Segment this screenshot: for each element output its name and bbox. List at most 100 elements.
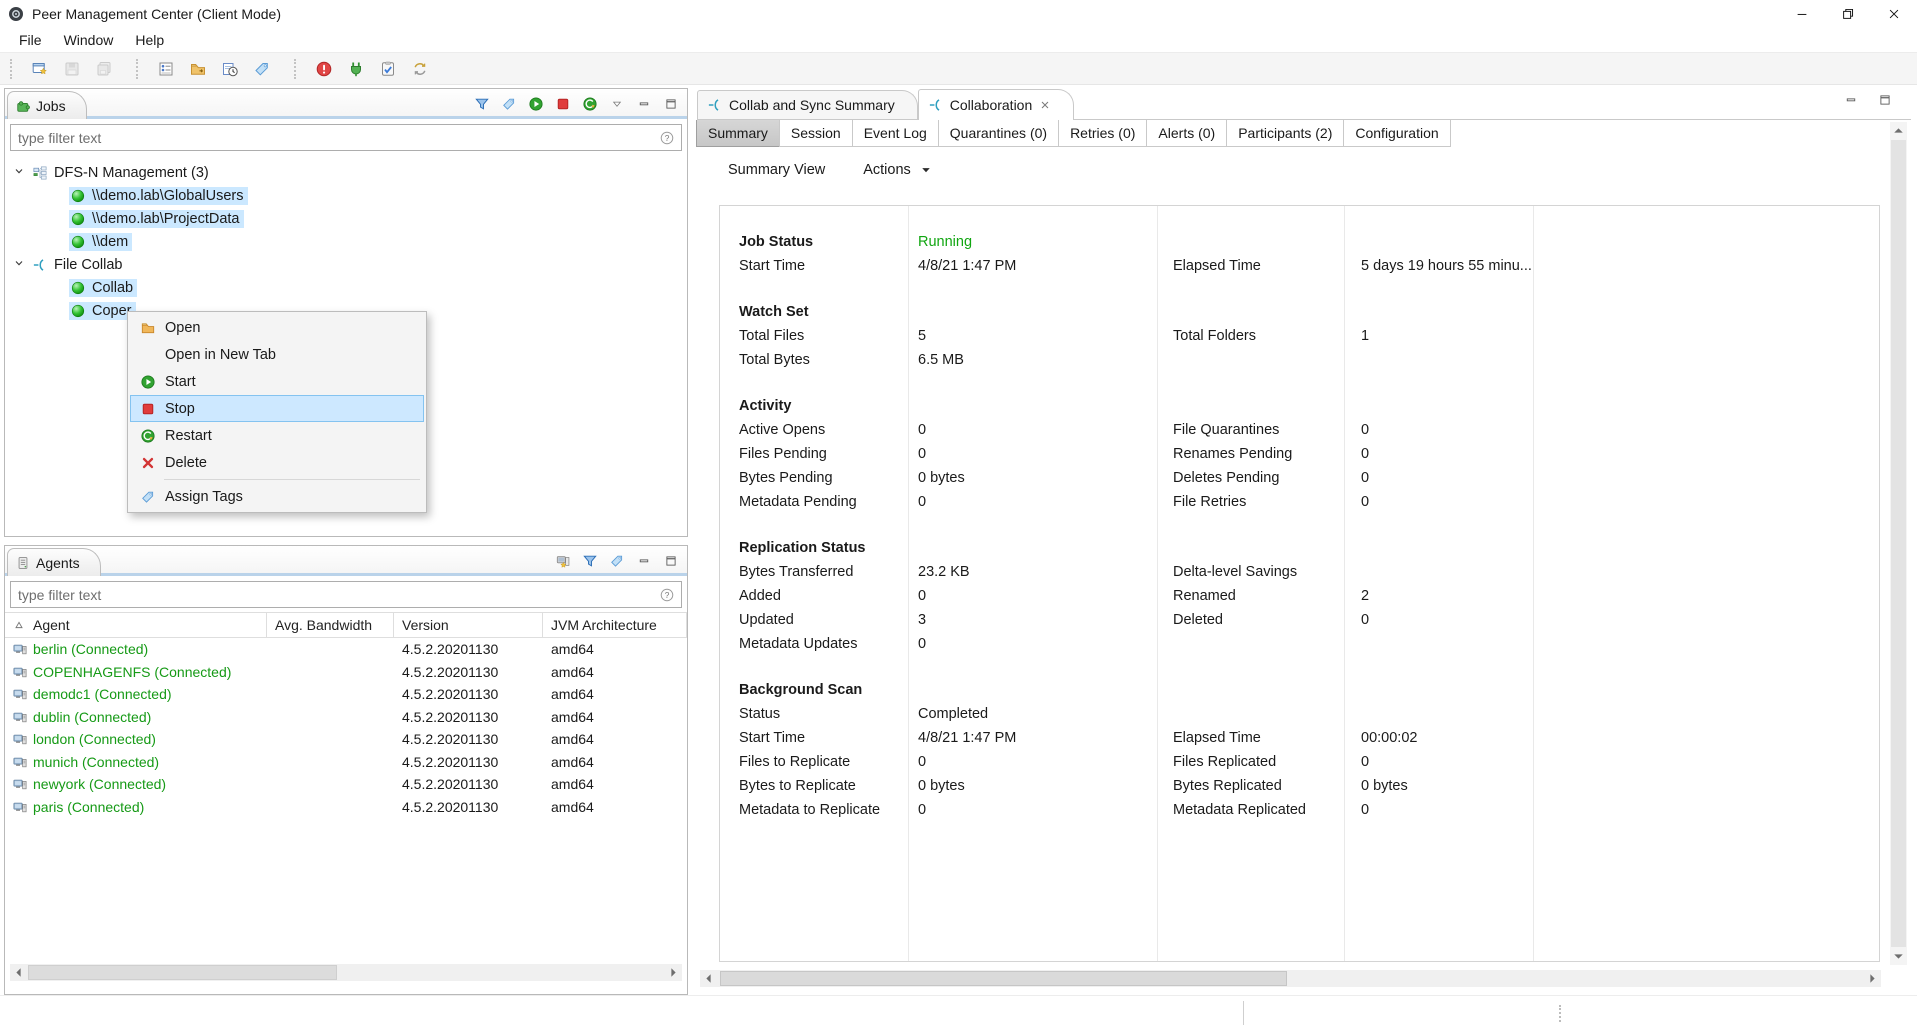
install-agent-button[interactable] xyxy=(553,551,573,571)
export-folder-button[interactable] xyxy=(186,57,210,81)
subtab-participants-2-[interactable]: Participants (2) xyxy=(1226,120,1344,147)
tree-item-label[interactable]: \\demo.lab\ProjectData xyxy=(69,210,244,228)
menu-help[interactable]: Help xyxy=(124,30,175,50)
tree-row[interactable]: \\dem xyxy=(5,230,687,253)
view-menu-button[interactable] xyxy=(607,94,627,114)
help-icon[interactable]: ? xyxy=(660,588,674,602)
window-restore-button[interactable] xyxy=(1825,0,1871,28)
agent-row[interactable]: berlin (Connected)4.5.2.20201130amd64 xyxy=(5,638,687,661)
agents-plug-button[interactable] xyxy=(344,57,368,81)
stop-button[interactable] xyxy=(553,94,573,114)
tag-button[interactable] xyxy=(499,94,519,114)
schedule-button[interactable] xyxy=(218,57,242,81)
play-button[interactable] xyxy=(526,94,546,114)
tree-item-label[interactable]: DFS-N Management (3) xyxy=(31,164,213,182)
panel-max-button[interactable] xyxy=(1873,88,1897,112)
new-job-button[interactable] xyxy=(28,57,52,81)
column-header-version[interactable]: Version xyxy=(394,613,543,637)
refresh-icon xyxy=(412,61,428,77)
agent-row[interactable]: COPENHAGENFS (Connected)4.5.2.20201130am… xyxy=(5,661,687,684)
close-tab-icon[interactable] xyxy=(1039,99,1051,111)
funnel-button[interactable] xyxy=(580,551,600,571)
editor-vertical-scrollbar[interactable] xyxy=(1890,122,1907,965)
subtab-session[interactable]: Session xyxy=(779,120,853,147)
scroll-right-icon[interactable] xyxy=(665,964,682,981)
column-header-jvm-architecture[interactable]: JVM Architecture xyxy=(543,613,687,637)
tags-button[interactable] xyxy=(250,57,274,81)
tree-row[interactable]: \\demo.lab\ProjectData xyxy=(5,207,687,230)
column-header-agent[interactable]: Agent xyxy=(5,613,267,637)
panel-min-button[interactable] xyxy=(634,94,654,114)
context-menu-assign-tags[interactable]: Assign Tags xyxy=(130,483,424,510)
tree-row[interactable]: File Collab xyxy=(5,253,687,276)
editor-tab-collaboration[interactable]: Collaboration xyxy=(918,89,1075,120)
panel-min-button[interactable] xyxy=(1839,88,1863,112)
panel-min-button[interactable] xyxy=(634,551,654,571)
tree-item-label[interactable]: \\demo.lab\GlobalUsers xyxy=(69,187,248,205)
panel-max-button[interactable] xyxy=(661,551,681,571)
summary-row: Total Files5Total Folders1 xyxy=(720,324,1879,348)
tree-item-label[interactable]: Collab xyxy=(69,279,137,297)
agents-view-tab[interactable]: Agents xyxy=(7,548,101,576)
agent-row[interactable]: munich (Connected)4.5.2.20201130amd64 xyxy=(5,751,687,774)
window-minimize-button[interactable] xyxy=(1779,0,1825,28)
window-close-button[interactable] xyxy=(1871,0,1917,28)
scroll-up-icon[interactable] xyxy=(1890,122,1907,139)
subtab-quarantines-0-[interactable]: Quarantines (0) xyxy=(938,120,1059,147)
menu-file[interactable]: File xyxy=(8,30,53,50)
editor-tab-collab-and-sync-summary[interactable]: Collab and Sync Summary xyxy=(697,90,918,119)
jobs-filter-input[interactable] xyxy=(18,130,660,146)
help-icon[interactable]: ? xyxy=(660,131,674,145)
checklist-button[interactable] xyxy=(376,57,400,81)
subtab-alerts-0-[interactable]: Alerts (0) xyxy=(1146,120,1227,147)
tree-item-label[interactable]: Coper xyxy=(69,302,136,320)
context-menu-stop[interactable]: Stop xyxy=(130,395,424,422)
tree-item-label[interactable]: \\dem xyxy=(69,233,132,251)
column-header-avg-bandwidth[interactable]: Avg. Bandwidth xyxy=(267,613,394,637)
save-button[interactable] xyxy=(60,57,84,81)
context-menu-restart[interactable]: Restart xyxy=(130,422,424,449)
jobs-view-tab[interactable]: Jobs xyxy=(7,91,87,119)
context-menu-start[interactable]: Start xyxy=(130,368,424,395)
alert-button[interactable] xyxy=(312,57,336,81)
editor-horizontal-scrollbar[interactable] xyxy=(700,970,1881,987)
properties-button[interactable] xyxy=(154,57,178,81)
agent-row[interactable]: paris (Connected)4.5.2.20201130amd64 xyxy=(5,796,687,819)
agent-row[interactable]: demodc1 (Connected)4.5.2.20201130amd64 xyxy=(5,683,687,706)
agent-row[interactable]: london (Connected)4.5.2.20201130amd64 xyxy=(5,728,687,751)
agents-scrollbar-thumb[interactable] xyxy=(28,965,337,980)
subtab-retries-0-[interactable]: Retries (0) xyxy=(1058,120,1147,147)
status-drag-handle[interactable] xyxy=(1559,1005,1561,1022)
actions-menu-button[interactable]: Actions xyxy=(863,162,932,178)
refresh-button[interactable] xyxy=(408,57,432,81)
editor-area: Collab and Sync SummaryCollaboration Sum… xyxy=(697,88,1911,995)
scroll-right-icon[interactable] xyxy=(1864,970,1881,987)
editor-vscrollbar-thumb[interactable] xyxy=(1891,140,1906,947)
agent-row[interactable]: dublin (Connected)4.5.2.20201130amd64 xyxy=(5,706,687,729)
agents-horizontal-scrollbar[interactable] xyxy=(10,964,682,981)
scroll-left-icon[interactable] xyxy=(700,970,717,987)
menu-window[interactable]: Window xyxy=(53,30,125,50)
panel-max-button[interactable] xyxy=(661,94,681,114)
context-menu-delete[interactable]: Delete xyxy=(130,449,424,476)
tree-row[interactable]: Collab xyxy=(5,276,687,299)
tree-row[interactable]: DFS-N Management (3) xyxy=(5,161,687,184)
restart-button[interactable] xyxy=(580,94,600,114)
editor-hscrollbar-thumb[interactable] xyxy=(720,971,1287,986)
context-menu-open[interactable]: Open xyxy=(130,314,424,341)
agents-filter-input[interactable] xyxy=(18,587,660,603)
funnel-button[interactable] xyxy=(472,94,492,114)
context-menu-open-in-new-tab[interactable]: Open in New Tab xyxy=(130,341,424,368)
scroll-left-icon[interactable] xyxy=(10,964,27,981)
subtab-summary[interactable]: Summary xyxy=(696,120,780,147)
tree-item-label[interactable]: File Collab xyxy=(31,256,127,274)
subtab-configuration[interactable]: Configuration xyxy=(1343,120,1450,147)
agent-row[interactable]: newyork (Connected)4.5.2.20201130amd64 xyxy=(5,773,687,796)
save-all-button[interactable] xyxy=(92,57,116,81)
scroll-down-icon[interactable] xyxy=(1890,948,1907,965)
tag-button[interactable] xyxy=(607,551,627,571)
summary-section: Watch SetTotal Files5Total Folders1Total… xyxy=(720,300,1879,372)
subtab-event-log[interactable]: Event Log xyxy=(852,120,939,147)
toolbar-group xyxy=(126,57,284,81)
tree-row[interactable]: \\demo.lab\GlobalUsers xyxy=(5,184,687,207)
